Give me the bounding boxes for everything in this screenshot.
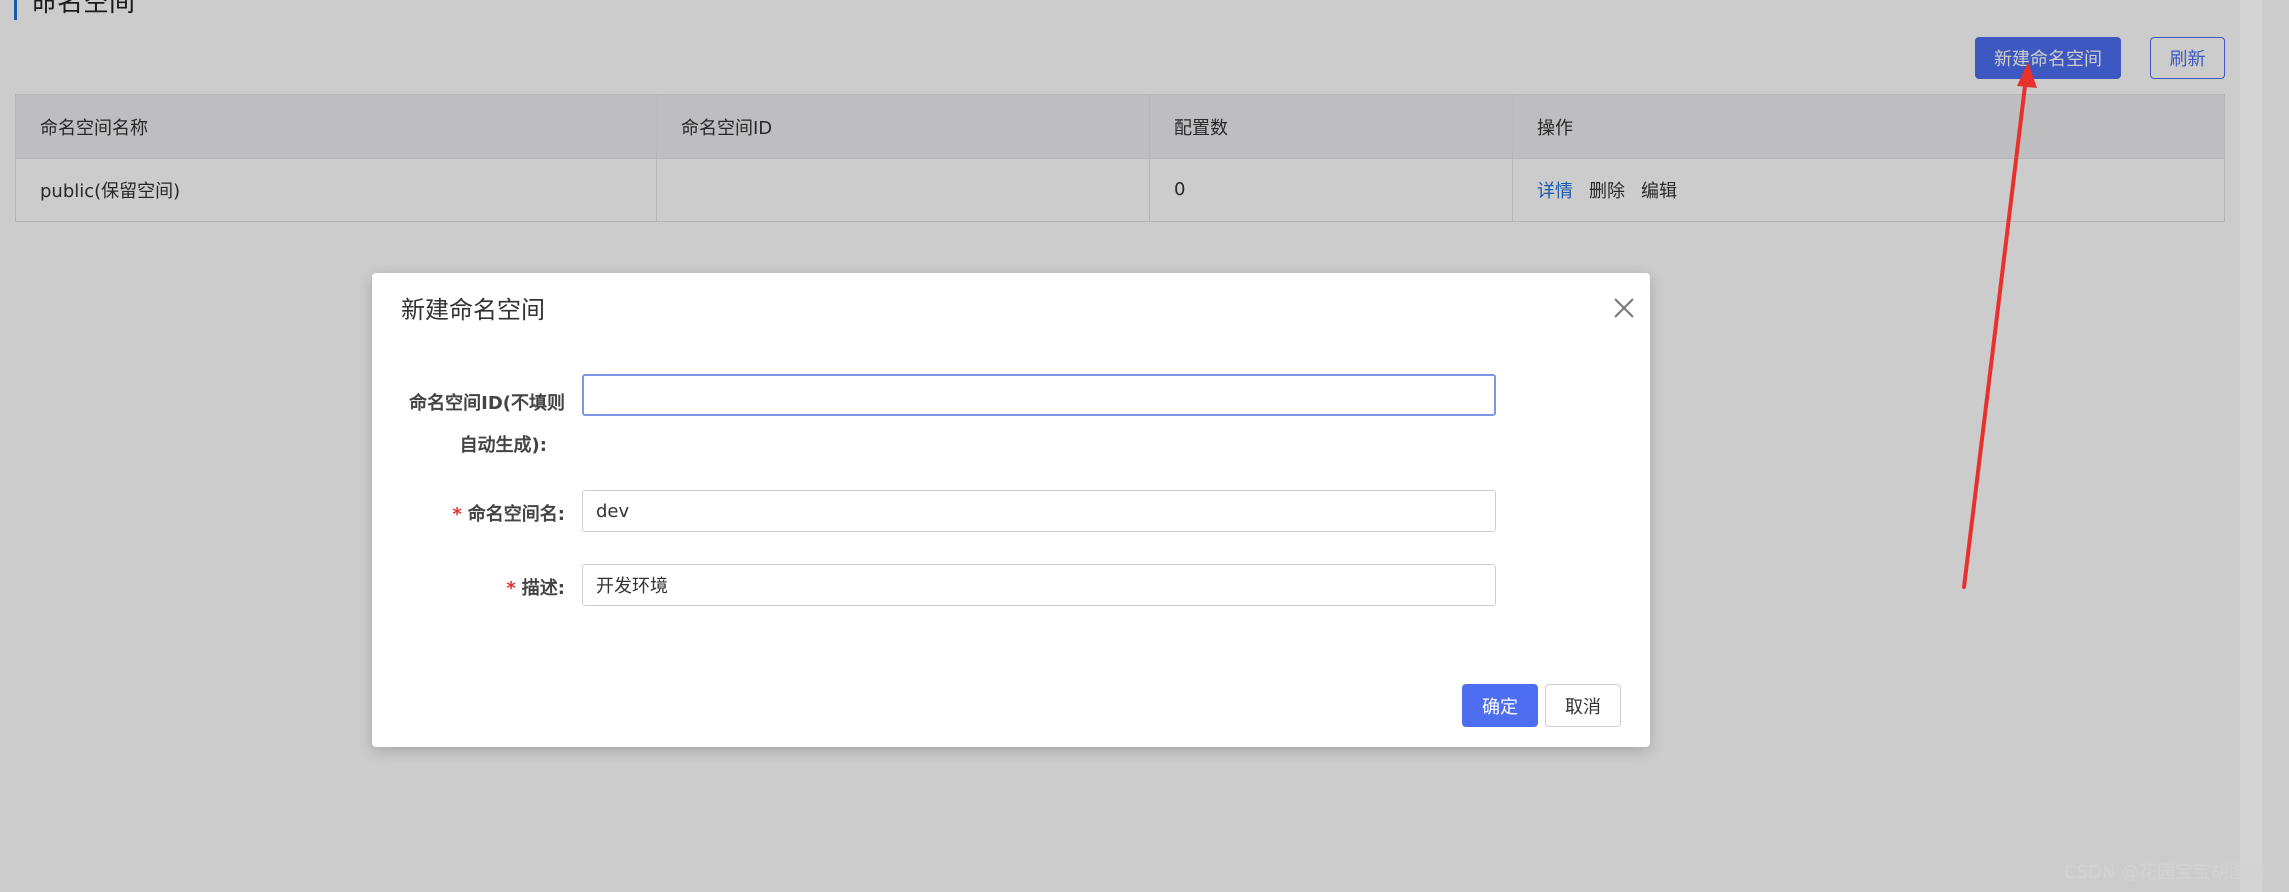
required-mark: * xyxy=(452,504,462,525)
namespace-name-input[interactable] xyxy=(582,490,1496,532)
namespace-id-label: 命名空间ID(不填则 自动生成): xyxy=(409,393,565,456)
description-input[interactable] xyxy=(582,564,1496,606)
new-namespace-dialog: 新建命名空间 命名空间ID(不填则 自动生成): *命名空间名: *描述: 确定… xyxy=(372,273,1650,747)
close-icon[interactable] xyxy=(1609,293,1639,323)
confirm-button[interactable]: 确定 xyxy=(1462,684,1538,727)
namespace-id-input[interactable] xyxy=(582,374,1496,416)
required-mark: * xyxy=(506,578,516,599)
watermark: CSDN @花园宝宝胡图图 xyxy=(2064,862,2266,883)
description-label: * 描述: xyxy=(506,578,565,599)
cancel-button[interactable]: 取消 xyxy=(1545,684,1621,727)
dialog-title: 新建命名空间 xyxy=(401,296,545,324)
namespace-name-label: * 命名空间名: xyxy=(452,504,565,525)
